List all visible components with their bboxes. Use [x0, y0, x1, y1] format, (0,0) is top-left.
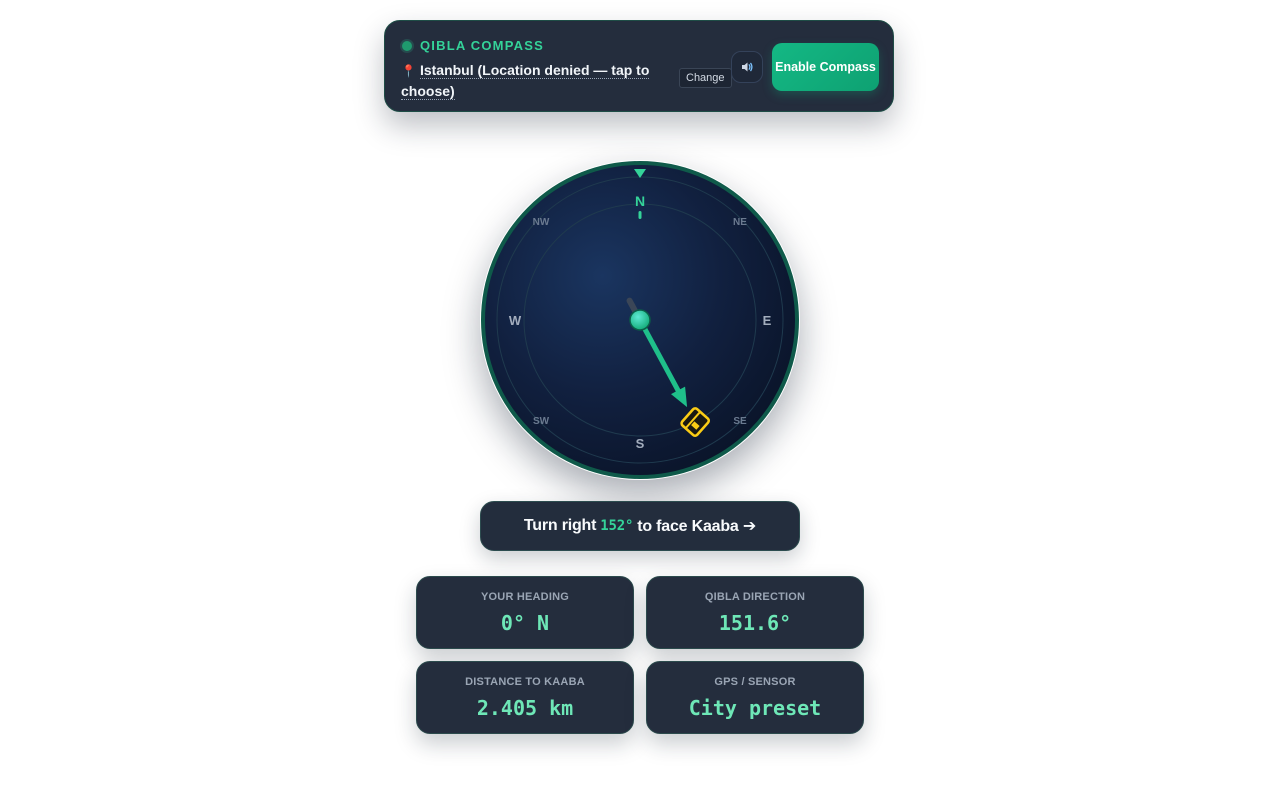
stat-gps-sensor: GPS / SENSOR City preset [646, 661, 864, 734]
label-s: S [636, 436, 645, 451]
speaker-icon [742, 62, 753, 72]
label-n: N [635, 193, 645, 209]
stat-value: City preset [688, 696, 822, 720]
enable-compass-button[interactable]: Enable Compass [772, 43, 879, 91]
north-tick [638, 211, 642, 219]
sound-toggle-button[interactable] [731, 51, 763, 83]
status-dot [402, 40, 412, 51]
label-e: E [763, 313, 772, 328]
compass-dial: N S E W NE NW SE SW [481, 161, 799, 479]
pin-icon: 📍 [401, 64, 416, 78]
instruction-prefix: Turn right [523, 517, 597, 534]
stat-value: 151.6° [718, 611, 792, 635]
center-hub [629, 309, 651, 331]
label-ne: NE [733, 217, 747, 228]
change-location-button[interactable]: Change [679, 68, 732, 88]
location-text[interactable]: Istanbul (Location denied — tap to choos… [401, 62, 650, 100]
stat-label: GPS / SENSOR [714, 676, 796, 688]
brand: QIBLA COMPASS [402, 38, 544, 53]
stat-value: 2.405 km [476, 696, 574, 720]
stat-your-heading: YOUR HEADING 0° N [416, 576, 634, 649]
instruction-degrees: 152° [600, 518, 634, 534]
location-selector[interactable]: 📍 Istanbul (Location denied — tap to choo… [401, 60, 671, 101]
turn-instruction: Turn right 152° to face Kaaba ➔ [480, 501, 800, 551]
label-w: W [509, 313, 522, 328]
header-card: QIBLA COMPASS 📍 Istanbul (Location denied… [384, 20, 894, 112]
stat-label: QIBLA DIRECTION [704, 591, 806, 603]
stat-label: YOUR HEADING [481, 591, 569, 603]
stat-distance-to-kaaba: DISTANCE TO KAABA 2.405 km [416, 661, 634, 734]
label-se: SE [733, 416, 747, 427]
stat-value: 0° N [500, 611, 550, 635]
stat-label: DISTANCE TO KAABA [465, 676, 585, 688]
brand-title: QIBLA COMPASS [420, 38, 544, 53]
stat-qibla-direction: QIBLA DIRECTION 151.6° [646, 576, 864, 649]
label-nw: NW [533, 217, 550, 228]
instruction-suffix: to face Kaaba ➔ [637, 518, 757, 535]
label-sw: SW [533, 416, 550, 427]
compass: N S E W NE NW SE SW [480, 160, 800, 480]
